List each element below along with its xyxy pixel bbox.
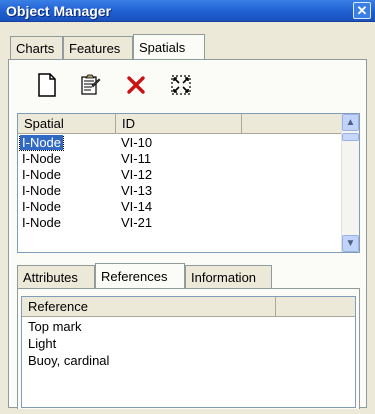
delete-icon[interactable]	[122, 71, 150, 99]
scroll-up-button[interactable]: ▲	[342, 114, 359, 131]
scroll-thumb[interactable]	[342, 133, 359, 141]
tab-features[interactable]: Features	[63, 36, 133, 60]
scroll-down-button[interactable]: ▼	[342, 235, 359, 252]
reference-list[interactable]: Reference Top mark Light Buoy, cardinal	[21, 296, 356, 408]
spatial-cell: I-Node	[22, 151, 62, 166]
spatial-rows: I-Node VI-10 I-Node VI-11 I-Node VI-12 I…	[18, 135, 341, 252]
close-button[interactable]: ✕	[353, 2, 371, 19]
spatial-cell: I-Node	[22, 199, 62, 214]
id-cell: VI-13	[121, 183, 153, 198]
spatial-cell: I-Node	[18, 135, 65, 151]
table-row[interactable]: I-Node VI-13	[18, 183, 341, 199]
reference-rows: Top mark Light Buoy, cardinal	[28, 319, 109, 370]
table-row[interactable]: I-Node VI-12	[18, 167, 341, 183]
window-title: Object Manager	[6, 3, 112, 19]
spatial-list[interactable]: Spatial ID I-Node VI-10 I-Node VI-11 I-N…	[17, 113, 360, 253]
toolbar	[9, 60, 366, 110]
title-bar: Object Manager ✕	[0, 0, 375, 22]
tab-references[interactable]: References	[95, 263, 185, 289]
list-item[interactable]: Top mark	[28, 319, 109, 336]
column-header-empty[interactable]	[276, 297, 355, 317]
spatial-cell: I-Node	[22, 215, 62, 230]
tab-attributes[interactable]: Attributes	[17, 265, 95, 289]
column-header-spatial[interactable]: Spatial	[18, 114, 116, 134]
id-cell: VI-11	[121, 151, 152, 166]
id-cell: VI-14	[121, 199, 153, 214]
column-header-id[interactable]: ID	[116, 114, 242, 134]
tab-charts[interactable]: Charts	[10, 36, 63, 60]
new-document-icon[interactable]	[33, 71, 61, 99]
select-extent-icon[interactable]	[167, 71, 195, 99]
references-panel: Reference Top mark Light Buoy, cardinal	[17, 288, 360, 409]
list-item[interactable]: Light	[28, 336, 109, 353]
object-manager-body: Charts Features Spatials Spatial ID I-No…	[0, 22, 375, 414]
properties-icon[interactable]	[76, 71, 104, 99]
tab-spatials[interactable]: Spatials	[133, 34, 205, 60]
table-row[interactable]: I-Node VI-10	[18, 135, 341, 151]
table-row[interactable]: I-Node VI-21	[18, 215, 341, 231]
vertical-scrollbar[interactable]: ▲ ▼	[341, 114, 359, 252]
table-row[interactable]: I-Node VI-11	[18, 151, 341, 167]
spatial-cell: I-Node	[22, 183, 62, 198]
id-cell: VI-10	[121, 135, 153, 150]
id-cell: VI-12	[121, 167, 153, 182]
tab-information[interactable]: Information	[185, 265, 272, 289]
spatial-list-header: Spatial ID	[18, 114, 341, 134]
table-row[interactable]: I-Node VI-14	[18, 199, 341, 215]
list-item[interactable]: Buoy, cardinal	[28, 353, 109, 370]
column-header-reference[interactable]: Reference	[22, 297, 276, 317]
reference-list-header: Reference	[22, 297, 355, 317]
column-header-empty[interactable]	[242, 114, 341, 134]
id-cell: VI-21	[121, 215, 153, 230]
spatial-cell: I-Node	[22, 167, 62, 182]
spatials-panel: Spatial ID I-Node VI-10 I-Node VI-11 I-N…	[8, 59, 367, 409]
